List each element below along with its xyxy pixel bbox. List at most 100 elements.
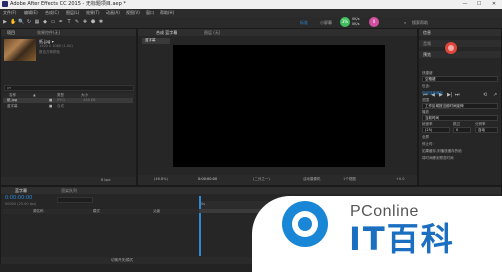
play-from-select[interactable]: 当前时间	[422, 115, 498, 121]
cache-before-playback[interactable]: 在回放前缓存	[422, 91, 443, 96]
item-size: 446 KB	[83, 98, 96, 102]
brush-tool-icon[interactable]: ✎	[74, 19, 80, 26]
tab-composition[interactable]: 合成 蓝字幕	[156, 30, 177, 36]
clone-tool-icon[interactable]: ✚	[82, 19, 88, 26]
camera-tool-icon[interactable]: ▦	[34, 19, 40, 26]
current-time[interactable]: 0:00:00:00	[198, 177, 217, 182]
menu-edit[interactable]: 编辑(E)	[24, 10, 38, 16]
network-speed-badge: 3%	[340, 17, 350, 27]
shortcut-select[interactable]: 空格键	[422, 76, 498, 82]
play-from-value: 当前时间	[425, 116, 439, 120]
eraser-tool-icon[interactable]: ⬣	[90, 19, 96, 26]
timeline-search-input[interactable]	[57, 197, 93, 203]
pen-tool-icon[interactable]: ✒	[58, 19, 64, 26]
comp-tabbar: 合成 蓝字幕 图层 (无)	[138, 29, 417, 36]
menu-animation[interactable]: 动画(A)	[106, 10, 120, 16]
item-type: 合成	[57, 104, 64, 108]
menu-effect[interactable]: 效果(T)	[86, 10, 100, 16]
close-button[interactable]: ✕	[487, 0, 501, 8]
tab-timeline-comp[interactable]: 蓝字幕	[15, 188, 27, 194]
export-icon[interactable]: ↗	[493, 92, 497, 98]
menu-file[interactable]: 文件(F)	[3, 10, 16, 16]
bit-depth[interactable]: 8 bpc	[101, 178, 111, 183]
menu-window[interactable]: 窗口	[146, 10, 154, 16]
puppet-tool-icon[interactable]: ✱	[98, 19, 104, 26]
item-name: 纸.jpg	[7, 98, 18, 102]
range-value: 工作区域按当前时间延伸	[425, 104, 464, 108]
menu-composition[interactable]: 合成(C)	[45, 10, 59, 16]
timeline-timecode[interactable]: 0:00:00:00	[5, 196, 32, 201]
footage-colors: 数百万种颜色	[39, 50, 60, 54]
last-frame-icon[interactable]: ⏭	[455, 92, 460, 98]
skip-select[interactable]: 0	[453, 127, 471, 133]
move-time-checkbox[interactable]: 将时间移到预览时间	[422, 156, 454, 161]
loop-icon[interactable]: ⟲	[483, 92, 487, 98]
range-select[interactable]: 工作区域按当前时间延伸	[422, 103, 498, 109]
label-color-icon: ■	[49, 104, 53, 108]
skip-value: 0	[456, 128, 459, 132]
tab-preview[interactable]: 预览	[423, 52, 431, 58]
title-bar: Adobe After Effects CC 2015 - 无标题项目.aep …	[0, 0, 502, 9]
include-label: 包含:	[422, 84, 431, 88]
resolution-select[interactable]: 自动	[475, 127, 498, 133]
frame-rate-select[interactable]: (25)	[422, 127, 450, 133]
watermark-brand: PConline	[350, 203, 419, 220]
exposure-value[interactable]: +0.0	[396, 177, 405, 182]
fullscreen-checkbox[interactable]: 全屏	[422, 135, 429, 140]
menu-view[interactable]: 视图(V)	[126, 10, 140, 16]
ruler-start: 0s	[201, 202, 206, 206]
preview-tabbar: 预览	[419, 51, 501, 58]
resolution-select[interactable]: (二分之一)	[253, 177, 270, 182]
cache-option-checkbox[interactable]: 如果缓存,则播放缓存的帧	[422, 149, 462, 154]
toggle-switches-modes[interactable]: 切换开关/模式	[111, 258, 133, 263]
tab-effect-controls[interactable]: 效果控件(无)	[37, 30, 60, 36]
workspace-default[interactable]: 标准	[300, 20, 308, 25]
rotate-tool-icon[interactable]: ↻	[26, 19, 32, 26]
tab-audio[interactable]: 音频	[423, 41, 431, 47]
source-name-header[interactable]: 源名称	[33, 209, 44, 214]
record-button[interactable]	[445, 42, 457, 54]
frame-rate-value: (25)	[425, 128, 433, 132]
mode-header[interactable]: 模式	[93, 209, 100, 214]
menu-help[interactable]: 帮助(H)	[160, 10, 174, 16]
playhead[interactable]	[199, 196, 201, 256]
tab-layer[interactable]: 图层 (无)	[204, 30, 220, 36]
item-type: JPEG	[57, 98, 66, 102]
workspace-small[interactable]: 小屏幕	[320, 20, 332, 25]
resolution-value: 自动	[478, 128, 485, 132]
list-item[interactable]: 纸.jpg ■ JPEG 446 KB	[3, 98, 133, 103]
watermark-name: IT百科	[349, 220, 455, 258]
project-panel: 项目 效果控件(无) 纸.jpg ▾ 1920 x 1080 (1.00) 数百…	[0, 28, 137, 186]
parent-header[interactable]: 父级	[153, 209, 160, 214]
anchor-tool-icon[interactable]: ◆	[42, 19, 48, 26]
minimize-button[interactable]: —	[458, 0, 472, 8]
label-color-icon: ■	[49, 98, 53, 102]
tab-project[interactable]: 项目	[7, 30, 15, 36]
list-item[interactable]: 蓝字幕 ■ 合成	[3, 104, 133, 109]
composition-viewer[interactable]	[173, 45, 385, 167]
breadcrumb[interactable]: 蓝字幕	[142, 38, 170, 44]
project-search-input[interactable]: ρ▾	[4, 85, 134, 91]
item-name: 蓝字幕	[7, 104, 18, 108]
stop-label: 停止时:	[422, 142, 434, 146]
search-icon: ρ▾	[7, 86, 11, 90]
next-frame-icon[interactable]: ▶|	[447, 92, 453, 98]
tab-info[interactable]: 信息	[423, 30, 431, 36]
pconline-logo-icon	[282, 201, 328, 247]
maximize-button[interactable]: ☐	[472, 0, 486, 8]
selection-tool-icon[interactable]: ▶	[2, 19, 8, 26]
composition-panel: 合成 蓝字幕 图层 (无) 蓝字幕 (46.8%) 0:00:00:00 (二分…	[137, 28, 418, 186]
search-icon[interactable]: ⌕	[404, 20, 406, 25]
rectangle-tool-icon[interactable]: ▭	[50, 19, 56, 26]
download-speed: 0K/s	[352, 22, 360, 26]
search-help[interactable]: 搜索帮助	[412, 20, 428, 25]
footage-dimensions: 1920 x 1080 (1.00)	[39, 44, 73, 48]
camera-select[interactable]: 活动摄像机	[303, 177, 321, 182]
hand-tool-icon[interactable]: ✋	[10, 19, 16, 26]
zoom-tool-icon[interactable]: 🔍	[18, 19, 24, 26]
menu-layer[interactable]: 图层(L)	[66, 10, 79, 16]
tab-render-queue[interactable]: 渲染队列	[61, 188, 77, 194]
text-tool-icon[interactable]: T	[66, 19, 72, 26]
zoom-select[interactable]: (46.8%)	[154, 177, 168, 182]
views-select[interactable]: 1个视图	[343, 177, 356, 182]
